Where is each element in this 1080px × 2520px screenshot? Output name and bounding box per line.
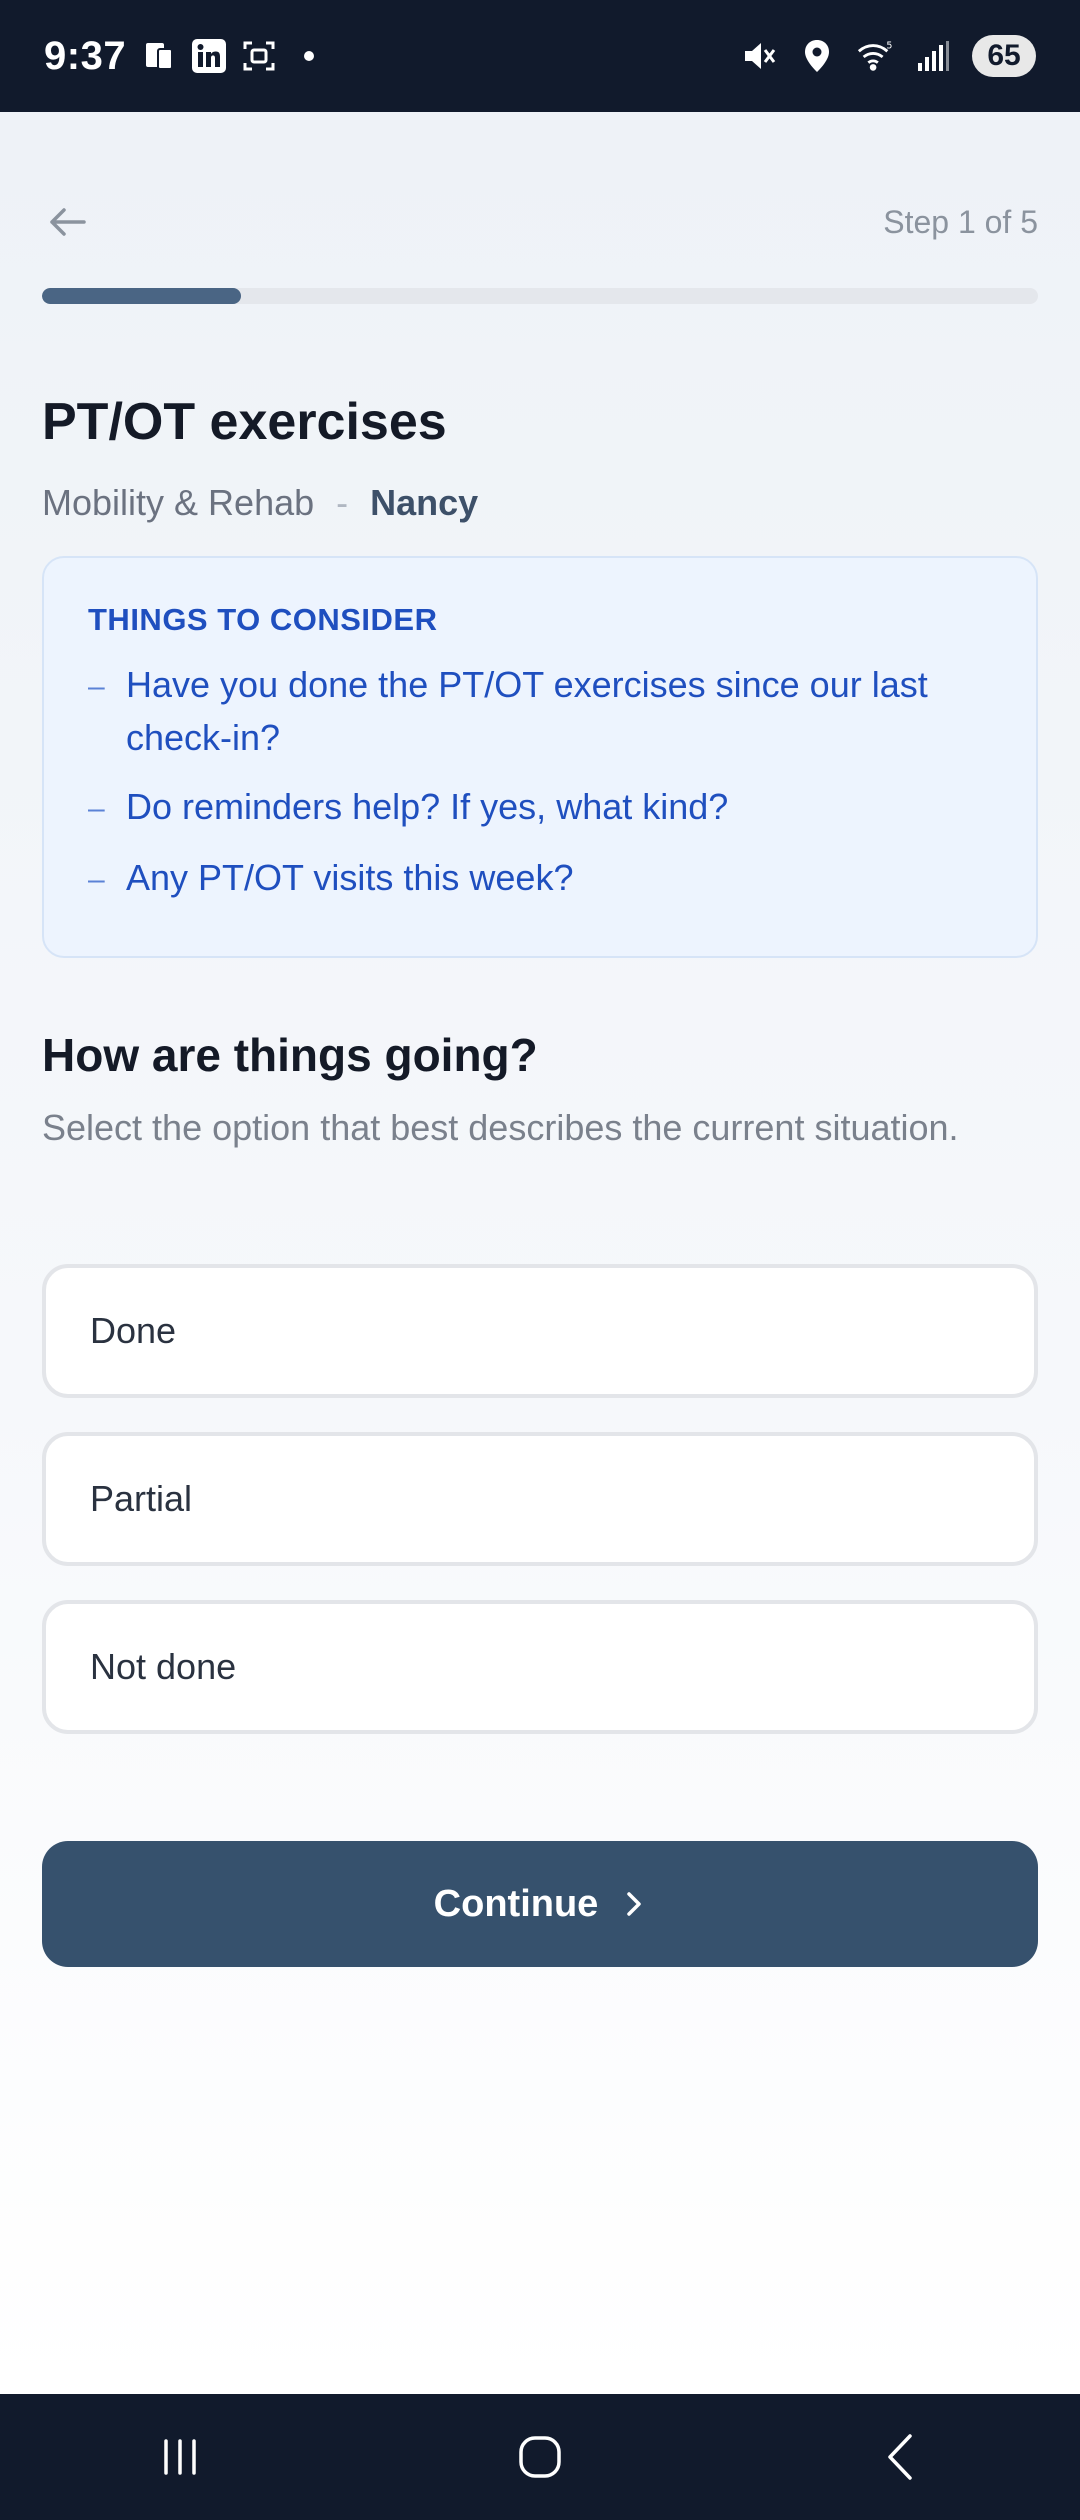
status-time: 9:37 bbox=[44, 33, 127, 78]
page-title: PT/OT exercises bbox=[42, 393, 447, 451]
continue-button[interactable]: Continue bbox=[42, 1841, 1038, 1967]
home-button[interactable] bbox=[500, 2417, 580, 2497]
consider-item-text: Do reminders help? If yes, what kind? bbox=[126, 786, 729, 827]
notification-icons bbox=[140, 37, 328, 75]
option-done[interactable]: Done bbox=[42, 1264, 1038, 1398]
person-name: Nancy bbox=[370, 482, 479, 523]
option-label: Done bbox=[90, 1310, 177, 1351]
linkedin-icon bbox=[190, 37, 228, 75]
option-not-done[interactable]: Not done bbox=[42, 1600, 1038, 1734]
things-to-consider-panel: THINGS TO CONSIDER – Have you done the P… bbox=[42, 556, 1038, 958]
task-category: Mobility & Rehab bbox=[42, 482, 315, 523]
top-navigation: Step 1 of 5 bbox=[42, 192, 1038, 252]
svg-text:5: 5 bbox=[886, 40, 892, 51]
chevron-right-icon bbox=[620, 1889, 646, 1919]
home-icon bbox=[519, 2436, 561, 2478]
option-label: Partial bbox=[90, 1478, 193, 1519]
system-back-button[interactable] bbox=[860, 2417, 940, 2497]
consider-item: – Any PT/OT visits this week? bbox=[88, 851, 992, 906]
dash-icon: – bbox=[88, 670, 105, 703]
progress-bar-fill bbox=[42, 288, 242, 304]
meta-separator: - bbox=[336, 482, 349, 523]
question-title: How are things going? bbox=[42, 1029, 538, 1081]
arrow-left-icon bbox=[50, 208, 86, 236]
location-icon bbox=[798, 37, 836, 75]
continue-label: Continue bbox=[433, 1882, 599, 1925]
consider-item: – Do reminders help? If yes, what kind? bbox=[88, 780, 992, 835]
chevron-left-icon bbox=[888, 2434, 912, 2480]
task-meta: Mobility & Rehab - Nancy bbox=[42, 482, 478, 524]
screenshot-icon bbox=[240, 37, 278, 75]
system-icons: 5 65 bbox=[740, 35, 1036, 77]
checkin-screen: Step 1 of 5 PT/OT exercises Mobility & R… bbox=[0, 112, 1080, 2394]
consider-title: THINGS TO CONSIDER bbox=[88, 602, 438, 637]
step-indicator: Step 1 of 5 bbox=[883, 203, 1038, 240]
question-help-text: Select the option that best describes th… bbox=[42, 1107, 959, 1148]
status-bar: 9:37 5 65 bbox=[0, 0, 1080, 112]
back-button[interactable] bbox=[42, 196, 94, 248]
progress-bar bbox=[42, 288, 1038, 304]
wifi-icon: 5 bbox=[856, 37, 894, 75]
phone-notification-icon bbox=[140, 37, 178, 75]
consider-item-text: Have you done the PT/OT exercises since … bbox=[126, 664, 928, 758]
consider-list: – Have you done the PT/OT exercises sinc… bbox=[88, 658, 992, 906]
system-navigation-bar bbox=[0, 2394, 1080, 2520]
battery-indicator: 65 bbox=[972, 35, 1036, 77]
recent-apps-button[interactable] bbox=[140, 2417, 220, 2497]
signal-icon bbox=[914, 37, 952, 75]
dash-icon: – bbox=[88, 863, 105, 896]
mute-icon bbox=[740, 37, 778, 75]
option-label: Not done bbox=[90, 1646, 237, 1687]
consider-item-text: Any PT/OT visits this week? bbox=[126, 857, 574, 898]
consider-item: – Have you done the PT/OT exercises sinc… bbox=[88, 658, 992, 764]
dash-icon: – bbox=[88, 792, 105, 825]
option-partial[interactable]: Partial bbox=[42, 1432, 1038, 1566]
recent-apps-icon bbox=[164, 2439, 196, 2475]
dot-icon bbox=[290, 37, 328, 75]
